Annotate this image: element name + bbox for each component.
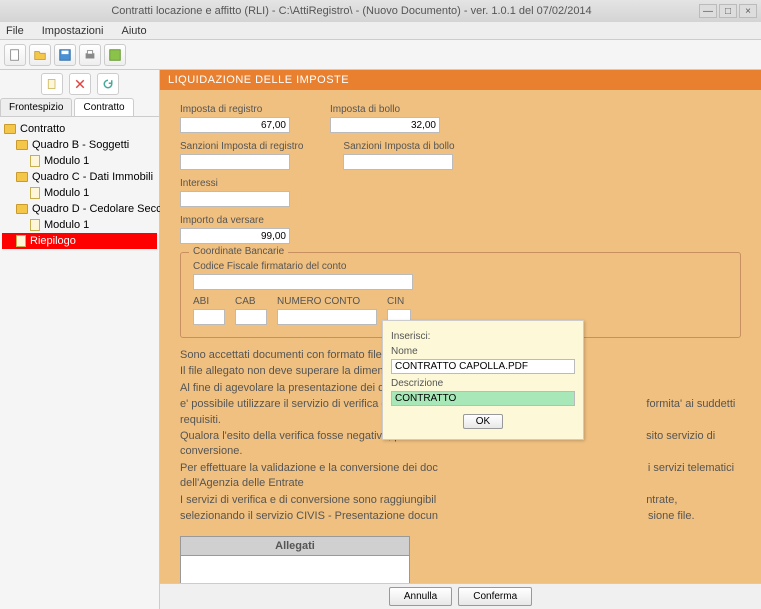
footer: Annulla Conferma bbox=[160, 583, 761, 609]
label-imp-registro: Imposta di registro bbox=[180, 104, 290, 115]
dialog-nome-input[interactable] bbox=[391, 359, 575, 374]
folder-icon bbox=[4, 124, 16, 134]
sidebar: Frontespizio Contratto Contratto Quadro … bbox=[0, 70, 160, 609]
dialog-nome-label: Nome bbox=[391, 346, 575, 357]
dialog-ok-button[interactable]: OK bbox=[463, 414, 503, 429]
label-imp-bollo: Imposta di bollo bbox=[330, 104, 440, 115]
window-title: Contratti locazione e affitto (RLI) - C:… bbox=[4, 5, 699, 17]
export-button[interactable] bbox=[104, 44, 126, 66]
maximize-button[interactable]: □ bbox=[719, 4, 737, 18]
tree-riepilogo[interactable]: Riepilogo bbox=[2, 233, 157, 249]
input-importo-versare[interactable] bbox=[180, 228, 290, 244]
input-sanz-registro[interactable] bbox=[180, 154, 290, 170]
tree: Contratto Quadro B - Soggetti Modulo 1 Q… bbox=[0, 117, 159, 253]
input-interessi[interactable] bbox=[180, 191, 290, 207]
page-icon bbox=[30, 155, 40, 167]
bank-legend: Coordinate Bancarie bbox=[189, 246, 288, 257]
tab-contratto[interactable]: Contratto bbox=[74, 98, 133, 116]
tree-quadro-c-m1[interactable]: Modulo 1 bbox=[2, 185, 157, 201]
close-button[interactable]: × bbox=[739, 4, 757, 18]
label-importo-versare: Importo da versare bbox=[180, 215, 290, 226]
label-numero: NUMERO CONTO bbox=[277, 296, 377, 307]
menu-aiuto[interactable]: Aiuto bbox=[122, 25, 147, 37]
folder-icon bbox=[16, 140, 28, 150]
print-button[interactable] bbox=[79, 44, 101, 66]
folder-icon bbox=[16, 204, 28, 214]
input-cf[interactable] bbox=[193, 274, 413, 290]
tab-frontespizio[interactable]: Frontespizio bbox=[0, 98, 72, 116]
tree-quadro-d-m1[interactable]: Modulo 1 bbox=[2, 217, 157, 233]
input-imp-bollo[interactable] bbox=[330, 117, 440, 133]
label-cin: CIN bbox=[387, 296, 411, 307]
label-cf: Codice Fiscale firmatario del conto bbox=[193, 261, 728, 272]
tree-quadro-b-m1[interactable]: Modulo 1 bbox=[2, 153, 157, 169]
dialog-inserisci-label: Inserisci: bbox=[391, 331, 575, 342]
page-icon bbox=[30, 187, 40, 199]
menu-impostazioni[interactable]: Impostazioni bbox=[42, 25, 104, 37]
folder-icon bbox=[16, 172, 28, 182]
label-abi: ABI bbox=[193, 296, 225, 307]
titlebar: Contratti locazione e affitto (RLI) - C:… bbox=[0, 0, 761, 22]
label-sanz-registro: Sanzioni Imposta di registro bbox=[180, 141, 303, 152]
side-refresh-icon[interactable] bbox=[97, 73, 119, 95]
insert-dialog: Inserisci: Nome Descrizione OK bbox=[382, 320, 584, 440]
tree-quadro-c[interactable]: Quadro C - Dati Immobili bbox=[2, 169, 157, 185]
new-button[interactable] bbox=[4, 44, 26, 66]
annulla-button[interactable]: Annulla bbox=[389, 587, 452, 606]
menu-file[interactable]: File bbox=[6, 25, 24, 37]
label-sanz-bollo: Sanzioni Imposta di bollo bbox=[343, 141, 454, 152]
input-sanz-bollo[interactable] bbox=[343, 154, 453, 170]
tree-quadro-b[interactable]: Quadro B - Soggetti bbox=[2, 137, 157, 153]
label-cab: CAB bbox=[235, 296, 267, 307]
input-cab[interactable] bbox=[235, 309, 267, 325]
tree-quadro-d[interactable]: Quadro D - Cedolare Secca bbox=[2, 201, 157, 217]
side-delete-icon[interactable] bbox=[69, 73, 91, 95]
side-doc-icon[interactable] bbox=[41, 73, 63, 95]
input-numero[interactable] bbox=[277, 309, 377, 325]
label-interessi: Interessi bbox=[180, 178, 290, 189]
input-abi[interactable] bbox=[193, 309, 225, 325]
toolbar bbox=[0, 40, 761, 70]
save-button[interactable] bbox=[54, 44, 76, 66]
page-icon bbox=[30, 219, 40, 231]
attach-header: Allegati bbox=[180, 536, 410, 556]
menubar: File Impostazioni Aiuto bbox=[0, 22, 761, 40]
tree-root[interactable]: Contratto bbox=[2, 121, 157, 137]
dialog-descrizione-label: Descrizione bbox=[391, 378, 575, 389]
open-button[interactable] bbox=[29, 44, 51, 66]
minimize-button[interactable]: — bbox=[699, 4, 717, 18]
input-imp-registro[interactable] bbox=[180, 117, 290, 133]
conferma-button[interactable]: Conferma bbox=[458, 587, 532, 606]
panel-header: LIQUIDAZIONE DELLE IMPOSTE bbox=[160, 70, 761, 90]
dialog-descrizione-input[interactable] bbox=[391, 391, 575, 406]
page-icon bbox=[16, 235, 26, 247]
